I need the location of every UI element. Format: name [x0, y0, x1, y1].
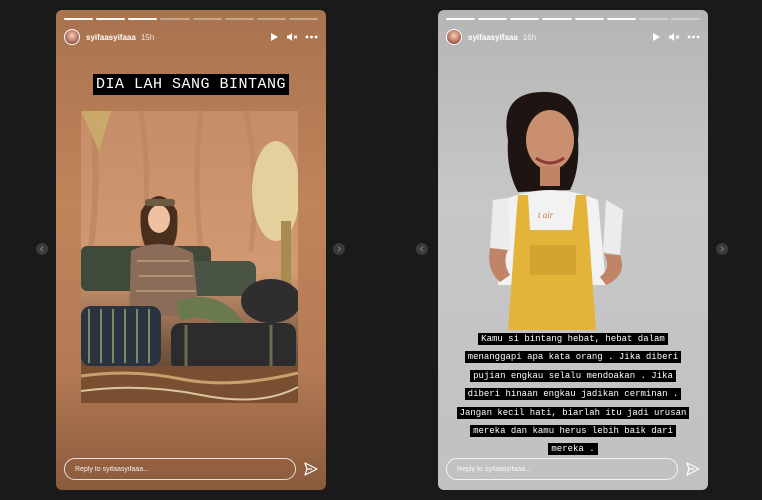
- story-progress-bar: [446, 18, 700, 20]
- story-progress-bar: [64, 18, 318, 20]
- progress-segment: [128, 18, 158, 20]
- story-card[interactable]: syifaasyifaaa 15h DIA LAH SANG BINTANG: [56, 10, 326, 490]
- send-icon[interactable]: [304, 462, 318, 476]
- progress-segment: [606, 18, 636, 20]
- progress-segment: [256, 18, 286, 20]
- story-caption: DIA LAH SANG BINTANG: [92, 74, 290, 95]
- reply-bar: [446, 458, 700, 480]
- svg-text:t air: t air: [538, 210, 554, 220]
- next-story-button[interactable]: [333, 243, 345, 255]
- reply-input[interactable]: [446, 458, 678, 480]
- story-timestamp: 16h: [522, 32, 537, 42]
- play-icon[interactable]: [652, 32, 661, 42]
- progress-segment: [64, 18, 94, 20]
- reply-input[interactable]: [64, 458, 296, 480]
- progress-segment: [288, 18, 318, 20]
- story-timestamp: 15h: [140, 32, 155, 42]
- progress-segment: [638, 18, 668, 20]
- previous-story-button[interactable]: [416, 243, 428, 255]
- progress-segment: [96, 18, 126, 20]
- progress-segment: [224, 18, 254, 20]
- volume-muted-icon[interactable]: [668, 32, 680, 42]
- progress-segment: [192, 18, 222, 20]
- play-icon[interactable]: [270, 32, 279, 42]
- progress-segment: [446, 18, 476, 20]
- story-card[interactable]: syifaasyifaaa 16h t air Kamu si bintang …: [438, 10, 708, 490]
- story-text-overlay: Kamu si bintang hebat, hebat dalam menan…: [456, 328, 690, 457]
- story-text-overlay: DIA LAH SANG BINTANG: [56, 73, 326, 96]
- story-username[interactable]: syifaasyifaaa: [86, 33, 136, 42]
- more-horizontal-icon[interactable]: [305, 35, 318, 39]
- story-header: syifaasyifaaa 15h: [64, 27, 318, 47]
- chevron-left-icon: [39, 246, 44, 252]
- progress-segment: [670, 18, 700, 20]
- next-story-button[interactable]: [716, 243, 728, 255]
- story-username[interactable]: syifaasyifaaa: [468, 33, 518, 42]
- send-icon[interactable]: [686, 462, 700, 476]
- avatar[interactable]: [446, 29, 462, 45]
- chevron-right-icon: [337, 246, 342, 252]
- progress-segment: [478, 18, 508, 20]
- story-photo: t air: [488, 70, 648, 330]
- story-header: syifaasyifaaa 16h: [446, 27, 700, 47]
- previous-story-button[interactable]: [36, 243, 48, 255]
- progress-segment: [542, 18, 572, 20]
- more-horizontal-icon[interactable]: [687, 35, 700, 39]
- volume-muted-icon[interactable]: [286, 32, 298, 42]
- story-photo: [81, 111, 298, 403]
- story-caption: Kamu si bintang hebat, hebat dalam menan…: [456, 333, 690, 456]
- chevron-right-icon: [720, 246, 725, 252]
- chevron-left-icon: [419, 246, 424, 252]
- progress-segment: [160, 18, 190, 20]
- progress-segment: [510, 18, 540, 20]
- avatar[interactable]: [64, 29, 80, 45]
- reply-bar: [64, 458, 318, 480]
- progress-segment: [574, 18, 604, 20]
